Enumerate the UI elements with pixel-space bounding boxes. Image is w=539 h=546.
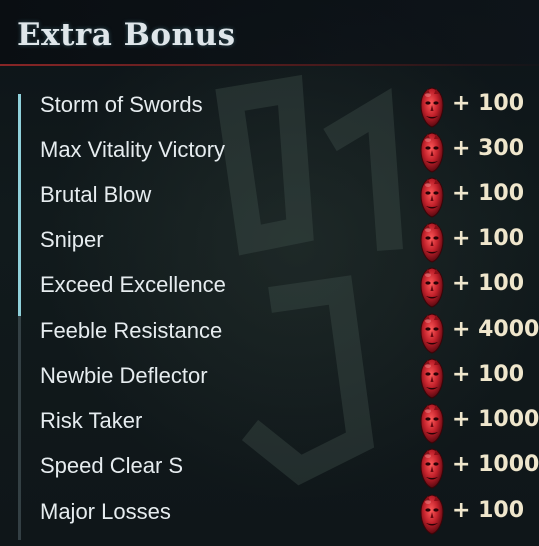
bonus-row: Exceed Excellence + 100 <box>0 265 539 310</box>
bonus-value: + 100 <box>452 181 525 206</box>
red-orb-icon <box>420 403 444 444</box>
bonus-label: Sniper <box>40 227 104 252</box>
bonus-row: Major Losses + 100 <box>0 492 539 537</box>
bonus-label: Brutal Blow <box>40 182 152 207</box>
bonus-value: + 1000 <box>452 407 539 432</box>
bonus-value: + 100 <box>452 91 525 116</box>
bonus-label: Risk Taker <box>40 408 143 433</box>
bonus-value: + 100 <box>452 271 525 296</box>
bonus-row: Newbie Deflector + 100 <box>0 356 539 401</box>
bonus-row: Storm of Swords + 100 <box>0 85 539 130</box>
bonus-label: Storm of Swords <box>40 92 203 117</box>
bonus-value: + 100 <box>452 226 525 251</box>
bonus-label: Speed Clear S <box>40 453 184 478</box>
header-bar: Extra Bonus <box>0 0 539 66</box>
bonus-row: Sniper + 100 <box>0 220 539 265</box>
red-orb-icon <box>420 313 444 354</box>
bonus-row: Speed Clear S + 1000 <box>0 446 539 491</box>
red-orb-icon <box>420 494 444 535</box>
red-orb-icon <box>420 267 444 308</box>
bonus-label: Feeble Resistance <box>40 318 223 343</box>
red-orb-icon <box>420 448 444 489</box>
bonus-row: Max Vitality Victory + 300 <box>0 130 539 175</box>
red-orb-icon <box>420 358 444 399</box>
red-orb-icon <box>420 132 444 173</box>
bonus-value: + 100 <box>452 362 525 387</box>
bonus-label: Max Vitality Victory <box>40 137 226 162</box>
bonus-label: Exceed Excellence <box>40 272 226 297</box>
page-title: Extra Bonus <box>17 17 236 53</box>
bonus-value: + 4000 <box>452 317 539 342</box>
bonus-label: Major Losses <box>40 499 171 524</box>
bonus-row: Risk Taker + 1000 <box>0 401 539 446</box>
bonus-label: Newbie Deflector <box>40 363 208 388</box>
title-underline <box>0 64 539 66</box>
bonus-row: Brutal Blow + 100 <box>0 175 539 220</box>
bonus-value: + 1000 <box>452 452 539 477</box>
bonus-value: + 300 <box>452 136 525 161</box>
bonus-row: Feeble Resistance + 4000 <box>0 311 539 356</box>
red-orb-icon <box>420 87 444 128</box>
red-orb-icon <box>420 222 444 263</box>
red-orb-icon <box>420 177 444 218</box>
bonus-value: + 100 <box>452 498 525 523</box>
